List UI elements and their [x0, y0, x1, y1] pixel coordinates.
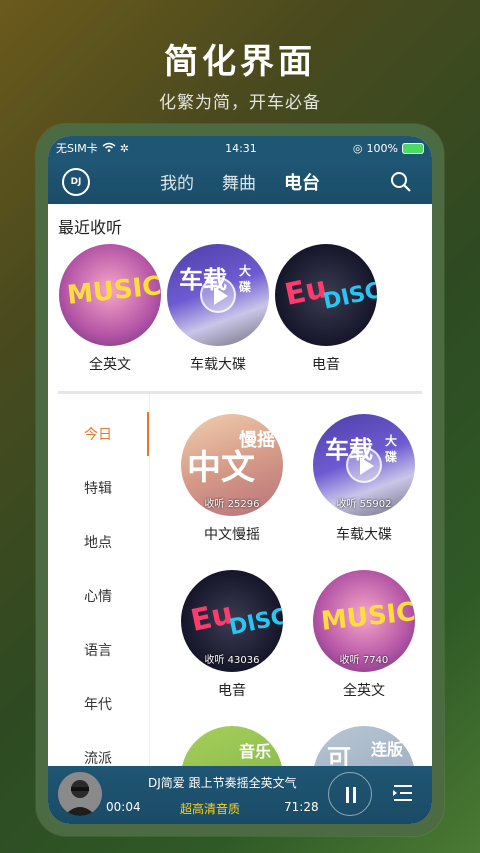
album-cover-electro: Eu DISC [275, 244, 377, 346]
category-sidebar: 今日 特辑 地点 心情 语言 年代 流派 [48, 394, 150, 766]
album-cover-english: MUSIC [59, 244, 161, 346]
loading-icon: ✲ [119, 141, 129, 155]
cover-text-big: 大 [385, 434, 398, 448]
tab-dance[interactable]: 舞曲 [222, 169, 256, 195]
listen-count: 收听 25296 [204, 499, 260, 510]
station-label: 车载大碟 [336, 527, 392, 543]
station-partial-1[interactable]: 音乐 [180, 726, 284, 766]
electro-logo-accent: DISC [321, 278, 377, 315]
cover-text-can: 可 [327, 744, 351, 766]
quality-label: 超高清音质 [180, 802, 241, 816]
status-bar: 无SIM卡 ✲ 14:31 ◎ 100% [48, 136, 432, 160]
tab-mine[interactable]: 我的 [160, 169, 194, 195]
category-genre[interactable]: 流派 [48, 748, 148, 766]
music-logo: MUSIC [319, 597, 415, 637]
recent-item-label: 车载大碟 [190, 357, 246, 373]
station-label: 电音 [218, 683, 246, 699]
recent-section: 最近收听 MUSIC 全英文 车载 大 碟 车载大碟 Eu DISC 电音 [48, 204, 432, 394]
playlist-icon[interactable] [390, 780, 416, 810]
recent-item-label: 全英文 [89, 357, 131, 373]
orientation-lock-icon: ◎ [352, 141, 363, 155]
promo-title: 简化界面 [164, 42, 316, 82]
cover-text-lianban: 连版 [371, 740, 404, 759]
album-cover-zh: 中文 慢摇 收听 25296 [181, 414, 283, 516]
album-cover-english: MUSIC 收听 7740 [313, 570, 415, 672]
app-screen: 无SIM卡 ✲ 14:31 ◎ 100% DJ 我的 舞曲 电台 最近收听 MU… [48, 136, 432, 824]
battery-icon [401, 142, 424, 154]
station-electro[interactable]: Eu DISC 收听 43036 电音 [180, 570, 284, 700]
album-cover-partial-1: 音乐 [181, 726, 283, 766]
album-cover-electro: Eu DISC 收听 43036 [181, 570, 283, 672]
cover-text-disc: 碟 [385, 450, 398, 464]
recent-item-car[interactable]: 车载 大 碟 车载大碟 [166, 244, 270, 374]
sidebar-divider [149, 394, 150, 766]
category-mood[interactable]: 心情 [48, 586, 148, 606]
tab-radio[interactable]: 电台 [284, 169, 320, 195]
recent-item-english[interactable]: MUSIC 全英文 [58, 244, 162, 374]
artist-avatar[interactable] [58, 772, 102, 816]
category-today[interactable]: 今日 [48, 424, 148, 444]
status-time: 14:31 [225, 141, 257, 155]
play-icon[interactable] [200, 277, 236, 313]
category-language[interactable]: 语言 [48, 640, 148, 660]
station-partial-2[interactable]: 可 连版 [312, 726, 416, 766]
now-playing-title: DJ简爱 跟上节奏摇全英文气 [148, 776, 297, 790]
recent-item-label: 电音 [312, 357, 340, 373]
category-place[interactable]: 地点 [48, 532, 148, 552]
cover-text-disc: 碟 [239, 280, 252, 294]
battery-percent: 100% [366, 141, 398, 155]
recent-title: 最近收听 [58, 218, 123, 237]
electro-logo-accent: DISC [227, 604, 283, 641]
station-zh-slow[interactable]: 中文 慢摇 收听 25296 中文慢摇 [180, 414, 284, 544]
station-label: 中文慢摇 [204, 527, 260, 543]
listen-count: 收听 55902 [336, 499, 392, 510]
album-cover-car: 车载 大 碟 [167, 244, 269, 346]
mini-player[interactable]: DJ简爱 跟上节奏摇全英文气 00:04 超高清音质 71:28 [48, 766, 432, 824]
category-era[interactable]: 年代 [48, 694, 148, 714]
total-time: 71:28 [284, 800, 319, 814]
listen-count: 收听 43036 [204, 655, 260, 666]
nav-tabs: 我的 舞曲 电台 [48, 169, 432, 195]
category-special[interactable]: 特辑 [48, 478, 148, 498]
carrier-label: 无SIM卡 [56, 142, 98, 155]
station-label: 全英文 [343, 683, 385, 699]
album-cover-partial-2: 可 连版 [313, 726, 415, 766]
promo-subtitle: 化繁为简，开车必备 [159, 93, 321, 113]
pause-button[interactable] [328, 772, 372, 816]
album-cover-car: 车载 大 碟 收听 55902 [313, 414, 415, 516]
elapsed-time: 00:04 [106, 800, 141, 814]
play-icon[interactable] [346, 447, 382, 483]
station-english[interactable]: MUSIC 收听 7740 全英文 [312, 570, 416, 700]
top-navigation: DJ 我的 舞曲 电台 [48, 160, 432, 204]
phone-frame: 无SIM卡 ✲ 14:31 ◎ 100% DJ 我的 舞曲 电台 最近收听 MU… [36, 124, 444, 836]
recent-item-electro[interactable]: Eu DISC 电音 [274, 244, 378, 374]
listen-count: 收听 7740 [339, 655, 389, 666]
cover-text-music: 音乐 [239, 742, 272, 761]
cover-text-slow: 慢摇 [239, 430, 275, 451]
wifi-icon [102, 142, 116, 155]
station-car[interactable]: 车载 大 碟 收听 55902 车载大碟 [312, 414, 416, 544]
search-icon[interactable] [390, 171, 412, 197]
cover-text-big: 大 [239, 264, 252, 278]
music-logo: MUSIC [65, 271, 161, 311]
category-section: 今日 特辑 地点 心情 语言 年代 流派 中文 慢摇 收听 25296 中文慢摇 [48, 394, 432, 766]
